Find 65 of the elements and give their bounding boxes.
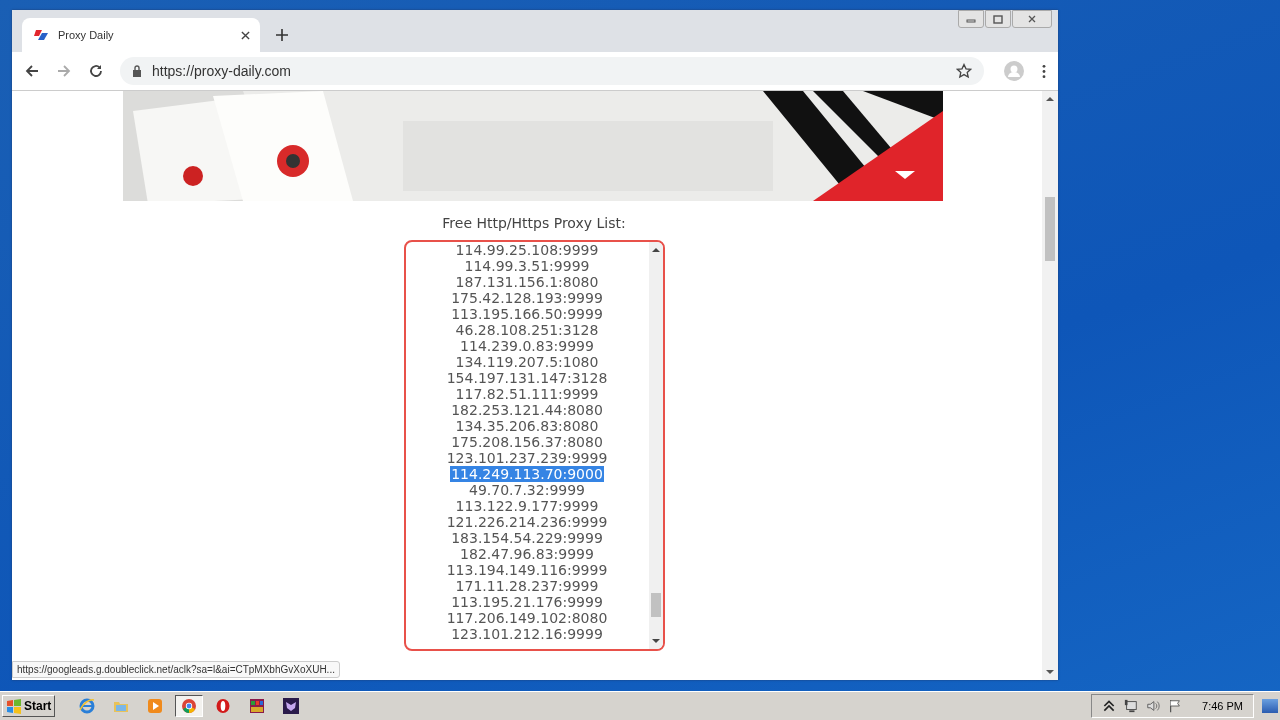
start-button[interactable]: Start	[2, 695, 56, 717]
chrome-icon	[181, 698, 198, 714]
clock[interactable]: 7:46 PM	[1202, 700, 1243, 712]
chevron-up-icon[interactable]	[1102, 699, 1117, 713]
scroll-down-icon[interactable]	[1046, 669, 1054, 675]
proxy-entry[interactable]: 183.154.54.229:9999	[450, 530, 604, 546]
menu-icon[interactable]	[1042, 63, 1046, 79]
back-icon[interactable]	[24, 63, 40, 79]
scrollbar[interactable]	[648, 242, 663, 649]
proxy-entry[interactable]: 117.206.149.102:8080	[445, 610, 609, 626]
close-icon	[1027, 14, 1037, 24]
opera-icon	[215, 698, 232, 714]
proxy-entry[interactable]: 134.35.206.83:8080	[454, 418, 600, 434]
restore-button[interactable]	[985, 10, 1011, 28]
proxy-entry[interactable]: 114.99.3.51:9999	[463, 258, 591, 274]
proxy-entry[interactable]: 123.101.212.16:9999	[450, 626, 604, 642]
proxy-entry[interactable]: 113.122.9.177:9999	[454, 498, 600, 514]
network-icon[interactable]	[1124, 699, 1139, 713]
url-text: https://proxy-daily.com	[152, 63, 292, 79]
scroll-thumb[interactable]	[650, 593, 661, 617]
scroll-up-icon[interactable]	[1046, 96, 1054, 102]
proxy-entry[interactable]: 113.194.149.116:9999	[445, 562, 609, 578]
shield-icon	[283, 698, 300, 714]
proxy-entry[interactable]: 171.11.28.237:9999	[454, 578, 600, 594]
star-icon[interactable]	[956, 63, 972, 79]
proxy-entry[interactable]: 121.226.214.236:9999	[445, 514, 609, 530]
proxy-entry[interactable]: 175.42.128.193:9999	[450, 290, 604, 306]
logo-icon	[34, 27, 50, 43]
proxy-entry[interactable]: 187.131.156.1:8080	[454, 274, 600, 290]
scroll-thumb[interactable]	[1045, 197, 1055, 261]
proxy-entry[interactable]: 175.208.156.37:8080	[450, 434, 604, 450]
proxy-entry[interactable]: 49.70.7.32:9999	[467, 482, 586, 498]
address-bar[interactable]: https://proxy-daily.com	[120, 57, 984, 85]
scroll-down-icon[interactable]	[651, 638, 660, 644]
scroll-up-icon[interactable]	[651, 247, 660, 253]
proxy-entry[interactable]: 113.195.21.176:9999	[450, 594, 604, 610]
lock-icon	[132, 65, 142, 77]
proxy-entry[interactable]: 134.119.207.5:1080	[454, 354, 600, 370]
list-heading: Free Http/Https Proxy List:	[442, 215, 626, 231]
proxy-entry[interactable]: 154.197.131.147:3128	[445, 370, 609, 386]
proxy-entry[interactable]: 182.253.121.44:8080	[450, 402, 604, 418]
restore-icon	[993, 14, 1003, 24]
close-icon[interactable]	[241, 30, 250, 40]
proxy-entry[interactable]: 46.28.108.251:3128	[454, 322, 600, 338]
archive-icon	[249, 698, 266, 714]
new-tab-icon[interactable]	[276, 29, 288, 41]
status-url: https://googleads.g.doubleclick.net/aclk?sa=l&ai=CTpMXbhGvXoXUH...	[12, 661, 340, 678]
proxy-entry[interactable]: 114.99.25.108:9999	[454, 242, 600, 258]
proxy-entry[interactable]: 123.101.237.239:9999	[445, 450, 609, 466]
windows-logo-icon	[6, 698, 22, 714]
proxy-entry[interactable]: 114.249.113.70:9000	[450, 466, 604, 482]
proxy-entry[interactable]: 182.47.96.83:9999	[459, 546, 595, 562]
play-icon	[147, 698, 164, 714]
browser-tab[interactable]: Proxy Daily	[22, 18, 260, 52]
page-scrollbar[interactable]	[1042, 91, 1058, 680]
proxy-entry[interactable]: 117.82.51.111:9999	[454, 386, 600, 402]
proxy-entry[interactable]: 113.195.166.50:9999	[450, 306, 604, 322]
flag-icon[interactable]	[1168, 699, 1183, 713]
speaker-icon[interactable]	[1146, 699, 1161, 713]
tab-title: Proxy Daily	[58, 29, 115, 41]
proxy-entry[interactable]: 114.239.0.83:9999	[459, 338, 595, 354]
chrome-app-button[interactable]	[175, 695, 204, 717]
proxy-list[interactable]	[403, 240, 665, 651]
reload-icon[interactable]	[88, 63, 104, 79]
browser-e-icon	[79, 698, 96, 714]
